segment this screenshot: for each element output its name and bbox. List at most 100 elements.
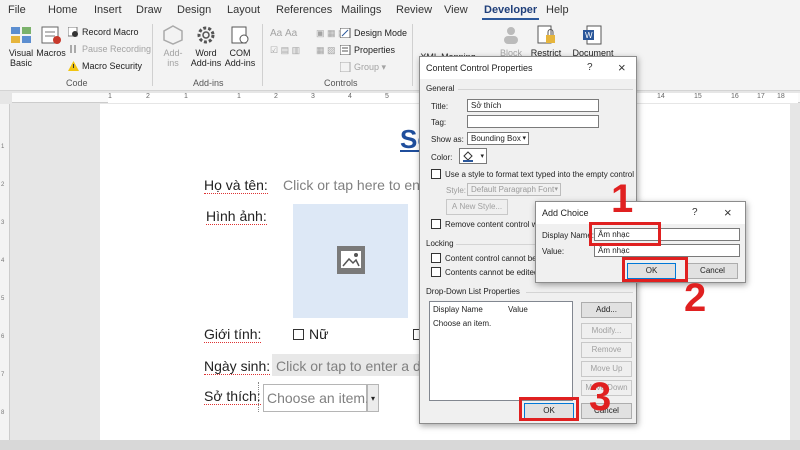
help-icon[interactable]: ? [587, 62, 593, 73]
annotation-highlight-add-choice-ok [622, 257, 688, 282]
lock-edit-label: Contents cannot be edited [445, 268, 539, 277]
tab-review[interactable]: Review [396, 4, 432, 16]
block-authors-button[interactable]: Block [496, 24, 526, 58]
dialog-title: Add Choice [542, 208, 589, 218]
group-button[interactable]: Group ▾ [340, 62, 386, 73]
add-button[interactable]: Add... [581, 302, 632, 318]
rich-text-control-icon[interactable]: Aa Aa [270, 28, 297, 39]
lock-edit-checkbox[interactable] [431, 267, 441, 277]
group-divider [152, 24, 153, 86]
ruler-number: 5 [1, 296, 5, 302]
document-template-button[interactable]: W Document [570, 24, 616, 58]
ruler-number: 4 [1, 258, 5, 264]
vertical-ruler[interactable]: 1 2 3 4 5 6 7 8 [0, 104, 10, 440]
ruler-number: 16 [731, 93, 739, 100]
pause-recording-button[interactable]: Pause Recording [68, 44, 151, 54]
lock-icon [537, 25, 555, 44]
modify-button[interactable]: Modify... [581, 323, 632, 339]
checkbox-control-icon[interactable]: ☑ ▤ ▥ [270, 45, 300, 56]
properties-button[interactable]: Properties [340, 45, 395, 55]
warning-icon [68, 61, 79, 71]
tag-input[interactable] [467, 115, 599, 128]
remove-button[interactable]: Remove [581, 342, 632, 358]
word-add-ins-label: Word Add-ins [190, 48, 222, 68]
tab-references[interactable]: References [276, 4, 332, 16]
ho-va-ten-label: Họ và tên: [204, 177, 268, 194]
ribbon: Visual Basic Macros Record Macro Pause R… [0, 20, 800, 91]
restrict-editing-button[interactable]: Restrict [530, 24, 562, 58]
style-value: Default Paragraph Font [471, 185, 555, 194]
ho-va-ten-content-control[interactable]: Click or tap here to ent [283, 177, 424, 193]
show-as-dropdown[interactable]: Bounding Box ▾ [467, 132, 529, 145]
dropdown-arrow-button[interactable]: ▾ [367, 384, 379, 412]
use-style-label: Use a style to format text typed into th… [445, 170, 634, 179]
com-add-ins-button[interactable]: COM Add-ins [224, 24, 256, 68]
design-mode-button[interactable]: Design Mode [340, 28, 407, 38]
com-add-ins-icon [231, 26, 249, 44]
tab-help[interactable]: Help [546, 4, 569, 16]
remove-cc-label: Remove content control wh [445, 220, 542, 229]
style-label: Style: [446, 186, 467, 195]
controls-group-label: Controls [324, 78, 358, 88]
tab-insert[interactable]: Insert [94, 4, 122, 16]
lock-delete-label: Content control cannot be d [445, 254, 544, 263]
pause-icon [70, 45, 76, 53]
macros-icon [41, 26, 61, 44]
style-dropdown[interactable]: Default Paragraph Font ▾ [467, 183, 561, 196]
picture-content-control[interactable] [293, 204, 408, 318]
record-macro-icon [68, 27, 78, 37]
add-ins-button[interactable]: Add- ins [158, 24, 188, 68]
close-icon[interactable]: × [724, 205, 732, 220]
ruler-number: 5 [385, 93, 389, 100]
ddl-section-label: Drop-Down List Properties [426, 287, 520, 296]
horizontal-ruler[interactable]: 1 2 1 1 2 3 4 5 6 14 15 16 17 18 [12, 93, 800, 103]
close-icon[interactable]: × [618, 60, 626, 75]
record-macro-button[interactable]: Record Macro [68, 27, 139, 37]
color-picker-button[interactable]: ▾ [459, 148, 487, 164]
annotation-highlight-display-name [589, 222, 661, 246]
macros-button[interactable]: Macros [36, 24, 66, 58]
ruler-number: 2 [1, 182, 5, 188]
word-document-icon: W [583, 25, 602, 45]
visual-basic-icon [11, 27, 31, 43]
nu-checkbox-option[interactable]: Nữ [293, 326, 328, 342]
pause-recording-label: Pause Recording [82, 44, 152, 54]
visual-basic-button[interactable]: Visual Basic [6, 24, 36, 68]
dropdown-items-list[interactable]: Display Name Value Choose an item. [429, 301, 573, 401]
tab-mailings[interactable]: Mailings [341, 4, 381, 16]
help-icon[interactable]: ? [692, 207, 698, 218]
legacy-tools-icon[interactable]: ▦ ▨ [316, 45, 336, 56]
picture-icon [337, 246, 365, 274]
color-label: Color: [431, 153, 453, 162]
group-icon [340, 62, 351, 72]
tab-view[interactable]: View [444, 4, 468, 16]
macro-security-button[interactable]: Macro Security [68, 61, 142, 71]
remove-cc-checkbox[interactable] [431, 219, 441, 229]
word-add-ins-button[interactable]: Word Add-ins [190, 24, 222, 68]
dropdown-content-control[interactable]: Choose an item. [263, 384, 369, 412]
list-item[interactable]: Choose an item. [433, 319, 491, 328]
ruler-number: 2 [146, 93, 150, 100]
ruler-number: 1 [237, 93, 241, 100]
use-style-checkbox[interactable] [431, 169, 441, 179]
nu-checkbox[interactable] [293, 329, 304, 340]
gioi-tinh-label: Giới tính: [204, 326, 262, 343]
properties-label: Properties [354, 45, 396, 55]
tab-home[interactable]: Home [48, 4, 77, 16]
tab-layout[interactable]: Layout [227, 4, 260, 16]
so-thich-text: Sở thích: [204, 388, 261, 405]
ngay-sinh-placeholder: Click or tap to enter a d [276, 358, 421, 374]
hinh-anh-label: Hình ảnh: [206, 208, 267, 225]
new-style-button[interactable]: A New Style... [446, 199, 508, 215]
tab-file[interactable]: File [8, 4, 26, 16]
ngay-sinh-text: Ngày sinh: [204, 358, 271, 375]
ruler-number: 3 [311, 93, 315, 100]
annotation-step-2: 2 [684, 276, 707, 320]
chevron-down-icon: ▾ [480, 153, 484, 160]
tab-developer[interactable]: Developer [481, 4, 540, 20]
title-input[interactable]: Sở thích [467, 99, 599, 112]
hinh-anh-text: Hình ảnh: [206, 208, 267, 225]
tab-design[interactable]: Design [177, 4, 211, 16]
lock-delete-checkbox[interactable] [431, 253, 441, 263]
tab-draw[interactable]: Draw [136, 4, 162, 16]
